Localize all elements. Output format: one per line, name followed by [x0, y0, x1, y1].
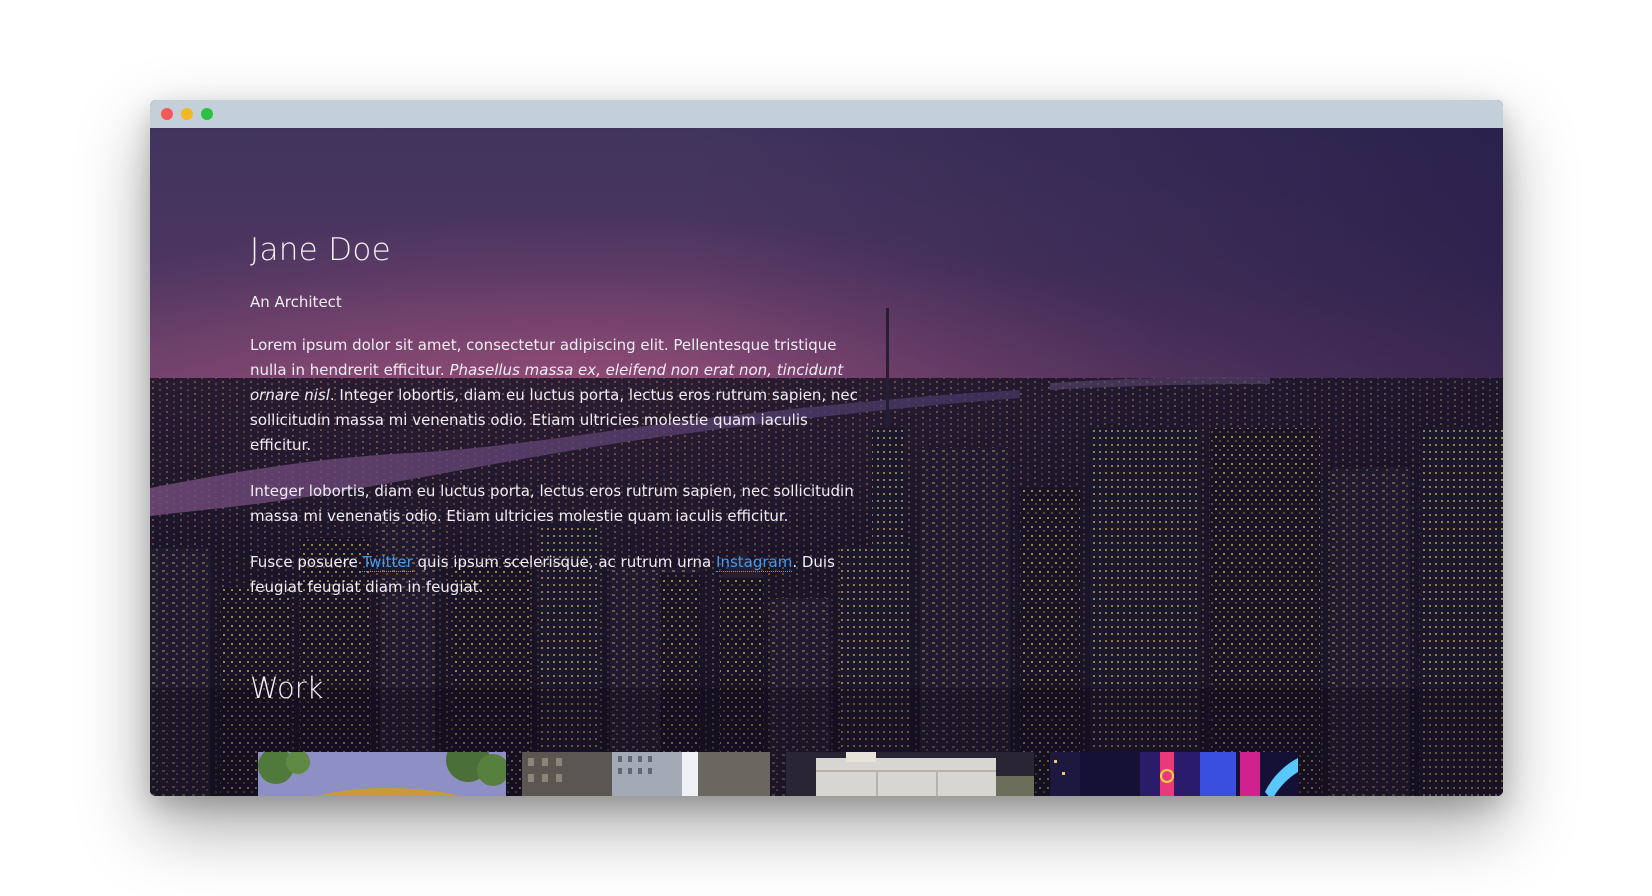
page-title: Jane Doe: [250, 232, 392, 268]
intro-paragraph-1: Lorem ipsum dolor sit amet, consectetur …: [250, 336, 858, 454]
page-viewport[interactable]: Jane Doe An Architect Lorem ipsum dolor …: [150, 128, 1503, 796]
arena-icon: [258, 752, 506, 796]
intro-paragraph-3: Fusce posuere Twitter quis ipsum sceleri…: [250, 553, 835, 596]
intro-section: Jane Doe An Architect Lorem ipsum dolor …: [250, 230, 860, 600]
skyscrapers-icon: [522, 752, 770, 796]
maximize-window-button[interactable]: [201, 108, 213, 120]
twitter-link[interactable]: Twitter: [362, 553, 413, 572]
intro-paragraph-2: Integer lobortis, diam eu luctus porta, …: [250, 482, 854, 525]
profile-subtitle: An Architect: [250, 293, 342, 311]
neon-icon: [1050, 752, 1298, 796]
work-thumbnail-arena[interactable]: [258, 752, 506, 796]
work-thumbnail-neon[interactable]: [1050, 752, 1298, 796]
work-thumbnail-skyscrapers[interactable]: [522, 752, 770, 796]
work-thumbnail-building[interactable]: [786, 752, 1034, 796]
work-gallery: [258, 752, 1298, 796]
work-section-title: Work: [250, 671, 324, 705]
building-icon: [786, 752, 1034, 796]
browser-window: Jane Doe An Architect Lorem ipsum dolor …: [150, 100, 1503, 796]
instagram-link[interactable]: Instagram: [716, 553, 793, 572]
window-titlebar: [150, 100, 1503, 128]
close-window-button[interactable]: [161, 108, 173, 120]
minimize-window-button[interactable]: [181, 108, 193, 120]
